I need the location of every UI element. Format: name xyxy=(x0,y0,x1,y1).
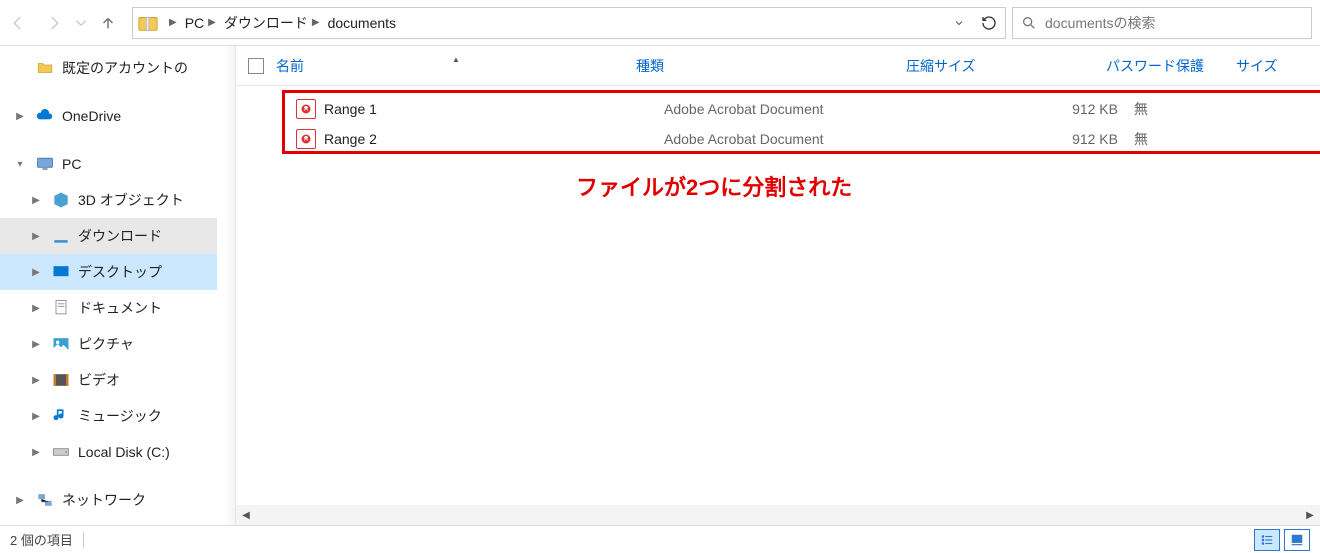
onedrive-icon xyxy=(34,105,56,127)
sidebar-item-videos[interactable]: ▶ ビデオ xyxy=(0,362,235,398)
sidebar-item-pc[interactable]: ▾ PC xyxy=(0,146,235,182)
sidebar-item-onedrive[interactable]: ▶ OneDrive xyxy=(0,98,235,134)
horizontal-scrollbar[interactable]: ◀ ▶ xyxy=(236,505,1320,525)
sidebar-item-music[interactable]: ▶ ミュージック xyxy=(0,398,235,434)
sidebar-item-network[interactable]: ▶ ネットワーク xyxy=(0,482,235,518)
breadcrumb-pc[interactable]: PC▶ xyxy=(183,15,222,31)
view-details-button[interactable] xyxy=(1254,529,1280,551)
chevron-right-icon: ▶ xyxy=(12,111,28,122)
documents-icon xyxy=(50,297,72,319)
sidebar-item-downloads[interactable]: ▶ ダウンロード xyxy=(0,218,235,254)
column-headers: ▲ 名前 種類 圧縮サイズ パスワード保護 サイズ xyxy=(236,46,1320,86)
videos-icon xyxy=(50,369,72,391)
column-password[interactable]: パスワード保護 xyxy=(1106,56,1236,76)
drive-icon xyxy=(50,441,72,463)
navigation-pane: 既定のアカウントの ▶ OneDrive ▾ PC ▶ 3D オブジェクト ▶ … xyxy=(0,46,236,525)
search-icon xyxy=(1021,15,1037,31)
pictures-icon xyxy=(50,333,72,355)
address-history-dropdown[interactable] xyxy=(945,8,973,38)
select-all-checkbox[interactable] xyxy=(248,58,264,74)
sidebar-item-desktop[interactable]: ▶ デスクトップ xyxy=(0,254,235,290)
music-icon xyxy=(50,405,72,427)
status-bar: 2 個の項目 xyxy=(0,525,1320,553)
search-input[interactable]: documentsの検索 xyxy=(1012,7,1312,39)
column-name[interactable]: ▲ 名前 xyxy=(276,56,636,76)
annotation-highlight-box xyxy=(282,90,1320,154)
sidebar-scrollbar-thumb[interactable] xyxy=(219,266,233,316)
sidebar-item-3d-objects[interactable]: ▶ 3D オブジェクト xyxy=(0,182,235,218)
sidebar-item-default-account[interactable]: 既定のアカウントの xyxy=(0,50,235,86)
status-item-count: 2 個の項目 xyxy=(10,530,73,549)
column-compressed-size[interactable]: 圧縮サイズ xyxy=(906,56,1106,76)
breadcrumb-downloads[interactable]: ダウンロード▶ xyxy=(222,13,326,33)
sidebar-item-local-disk-c[interactable]: ▶ Local Disk (C:) xyxy=(0,434,235,470)
scroll-right-button[interactable]: ▶ xyxy=(1300,505,1320,525)
nav-forward-button[interactable] xyxy=(36,0,72,46)
nav-recent-dropdown[interactable] xyxy=(72,0,90,46)
nav-back-button[interactable] xyxy=(0,0,36,46)
address-bar[interactable]: ▶ PC▶ ダウンロード▶ documents xyxy=(132,7,1006,39)
folder-icon xyxy=(34,57,56,79)
downloads-icon xyxy=(50,225,72,247)
zip-folder-icon xyxy=(137,12,159,34)
search-placeholder: documentsの検索 xyxy=(1045,13,1155,33)
sidebar-item-pictures[interactable]: ▶ ピクチャ xyxy=(0,326,235,362)
chevron-down-icon: ▾ xyxy=(12,159,28,170)
view-large-icons-button[interactable] xyxy=(1284,529,1310,551)
chevron-right-icon: ▶ xyxy=(165,17,181,28)
refresh-button[interactable] xyxy=(973,8,1005,38)
sidebar-item-documents[interactable]: ▶ ドキュメント xyxy=(0,290,235,326)
breadcrumb-documents[interactable]: documents xyxy=(326,15,398,31)
column-type[interactable]: 種類 xyxy=(636,56,906,76)
column-size[interactable]: サイズ xyxy=(1236,56,1296,76)
pc-icon xyxy=(34,153,56,175)
nav-up-button[interactable] xyxy=(90,0,126,46)
network-icon xyxy=(34,489,56,511)
scroll-left-button[interactable]: ◀ xyxy=(236,505,256,525)
3d-objects-icon xyxy=(50,189,72,211)
sort-asc-icon: ▲ xyxy=(276,55,636,64)
annotation-text: ファイルが2つに分割された xyxy=(576,170,852,202)
desktop-icon xyxy=(50,261,72,283)
